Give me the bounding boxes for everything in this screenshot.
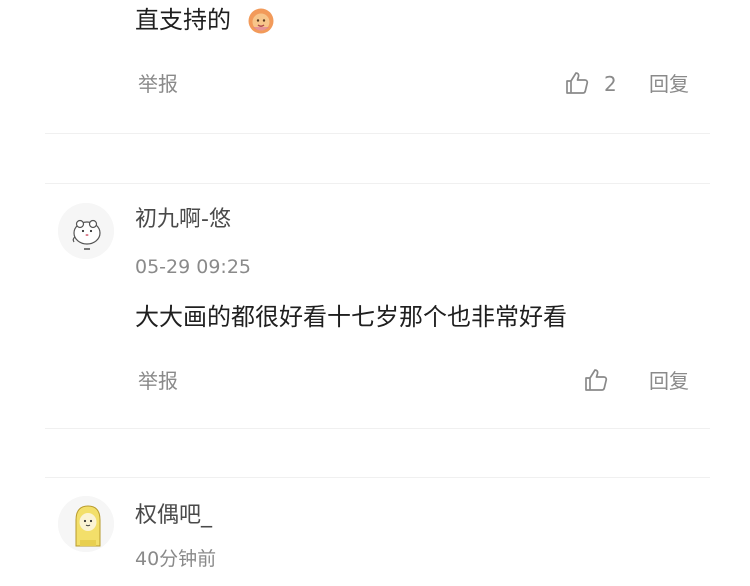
yellow-hood-character-avatar-icon xyxy=(58,496,114,552)
comment-time: 40分钟前 xyxy=(135,548,217,570)
report-button[interactable]: 举报 xyxy=(138,369,178,393)
thumbs-up-icon[interactable] xyxy=(583,367,609,393)
comment-divider xyxy=(45,133,710,134)
comment-divider xyxy=(45,428,710,429)
reply-button[interactable]: 回复 xyxy=(649,369,689,393)
hamster-avatar-icon xyxy=(58,203,114,259)
user-avatar[interactable] xyxy=(58,203,114,259)
comment-time: 05-29 09:25 xyxy=(135,256,252,278)
thumbs-up-icon[interactable] xyxy=(564,70,590,96)
comment-text: 直支持的 xyxy=(135,6,231,34)
comment-divider xyxy=(45,183,710,184)
comment-text: 大大画的都很好看十七岁那个也非常好看 xyxy=(135,303,567,331)
comment-divider xyxy=(45,477,710,478)
comment-author[interactable]: 初九啊-悠 xyxy=(135,207,231,233)
report-button[interactable]: 举报 xyxy=(138,72,178,96)
lion-face-emoji-icon xyxy=(247,7,275,35)
reply-button[interactable]: 回复 xyxy=(649,72,689,96)
user-avatar[interactable] xyxy=(58,496,114,552)
comment-author[interactable]: 权偶吧_ xyxy=(135,503,212,529)
like-count: 2 xyxy=(604,72,617,96)
